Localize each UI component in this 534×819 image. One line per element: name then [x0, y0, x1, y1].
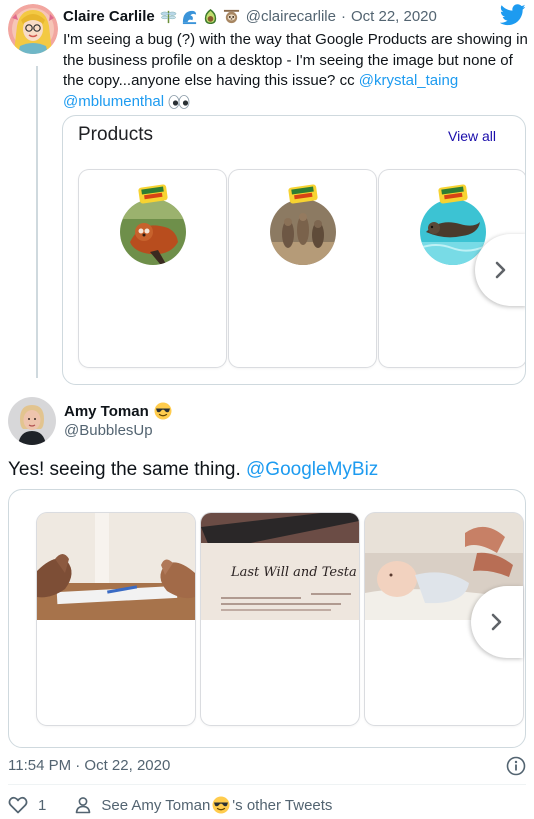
separator-dot: · — [340, 8, 346, 25]
eyes-icon — [168, 94, 190, 109]
products-card[interactable]: Products View all — [62, 115, 526, 385]
chevron-right-icon — [491, 613, 502, 631]
product-card[interactable]: Last Will and Testa — [201, 513, 359, 725]
tweet-text-line: the copy...anyone else having this issue… — [63, 72, 359, 89]
view-all-link[interactable]: View all — [448, 128, 496, 144]
sloth-icon — [223, 9, 239, 24]
avatar[interactable] — [8, 4, 58, 54]
other-tweets-prefix: See Amy Toman — [101, 796, 211, 814]
avatar-illustration — [8, 4, 58, 54]
twitter-bird-icon[interactable] — [500, 4, 526, 26]
other-tweets-suffix: 's other Tweets — [232, 796, 333, 814]
tweet-text: I'm seeing a bug (?) with the way that G… — [63, 30, 533, 112]
heart-icon — [8, 796, 28, 814]
author-handle[interactable]: @clairecarlile — [246, 8, 336, 25]
tweet2-author: Amy Toman — [64, 402, 172, 420]
tweet-text-body: Yes! seeing the same thing. — [8, 459, 247, 480]
sunglasses-face-icon — [154, 402, 172, 420]
divider — [8, 784, 526, 785]
tweet-date[interactable]: Oct 22, 2020 — [351, 8, 437, 25]
thread-line — [36, 66, 38, 378]
meerkats-product-image — [270, 184, 336, 265]
tweet-text: Yes! seeing the same thing. @GoogleMyBiz — [8, 459, 378, 481]
dragonfly-icon — [160, 10, 177, 24]
author-handle[interactable]: @BubblesUp — [64, 422, 153, 439]
clasped-hands-image — [37, 513, 195, 620]
tweet-text-line: I'm seeing a bug (?) with the way that G… — [63, 31, 528, 48]
product-card[interactable] — [79, 170, 226, 367]
author-name[interactable]: Claire Carlile — [63, 8, 155, 25]
see-other-tweets-link[interactable]: See Amy Toman 's other Tweets — [74, 796, 332, 814]
document-heading-text: Last Will and Testa — [230, 565, 357, 580]
avatar[interactable] — [8, 397, 56, 445]
sunglasses-face-icon — [212, 796, 230, 814]
mention-link[interactable]: @mblumenthal — [63, 93, 164, 110]
otter-product-image — [420, 184, 486, 265]
tweet-text-line: the business profile on a desktop - I'm … — [63, 51, 513, 69]
info-icon[interactable] — [506, 756, 526, 776]
like-count: 1 — [38, 796, 47, 814]
mention-link[interactable]: @krystal_taing — [359, 72, 458, 89]
product-card[interactable] — [229, 170, 376, 367]
avatar-photo — [8, 397, 56, 445]
wave-icon — [182, 10, 196, 25]
products-title: Products — [78, 124, 153, 145]
mention-link[interactable]: @GoogleMyBiz — [246, 459, 378, 480]
red-panda-product-image — [120, 184, 186, 265]
chevron-right-icon — [495, 261, 506, 279]
person-icon — [76, 797, 91, 814]
avocado-icon — [204, 8, 216, 25]
tweet-timestamp[interactable]: 11:54 PM · Oct 22, 2020 — [8, 757, 170, 774]
author-name[interactable]: Amy Toman — [64, 403, 149, 420]
like-button[interactable]: 1 — [8, 796, 46, 814]
media-card[interactable]: Last Will and Testa — [8, 489, 526, 748]
last-will-document-image: Last Will and Testa — [201, 513, 359, 620]
tweet-actions: 1 See Amy Toman 's other Tweets — [8, 796, 332, 814]
product-card[interactable] — [37, 513, 195, 725]
